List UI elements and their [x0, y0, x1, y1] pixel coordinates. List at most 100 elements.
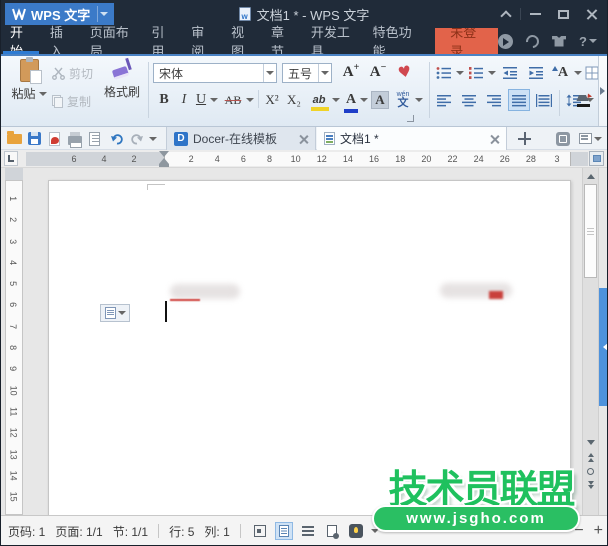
ruler-number: 10 — [283, 154, 309, 164]
superscript-button[interactable]: X² — [262, 89, 282, 111]
tab-developer[interactable]: 开发工具 — [302, 28, 364, 54]
char-shading-button[interactable]: A — [369, 89, 391, 111]
pinyin-caret-icon[interactable] — [414, 89, 424, 111]
font-dialog-launcher-icon[interactable] — [407, 115, 414, 122]
copy-button[interactable]: 复制 — [52, 93, 91, 110]
line-status: 行: 5 — [169, 523, 194, 540]
fill-bucket-icon — [575, 92, 593, 109]
folder-icon — [7, 134, 22, 144]
underline-caret-icon[interactable] — [209, 89, 219, 111]
tab-stop-selector[interactable] — [4, 151, 18, 166]
paste-button[interactable]: 粘贴 — [7, 59, 51, 113]
numbered-list-button[interactable] — [465, 63, 487, 83]
cut-button[interactable]: 剪切 — [52, 65, 93, 82]
fullscreen-view-button[interactable] — [251, 522, 269, 540]
font-color-button[interactable]: A — [341, 89, 361, 111]
page-setup-icon[interactable] — [589, 151, 604, 166]
justify-button[interactable] — [508, 89, 530, 111]
highlight-button[interactable]: ab — [307, 89, 331, 111]
bullet-list-caret-icon[interactable] — [455, 63, 465, 83]
export-pdf-button[interactable] — [45, 129, 64, 148]
distribute-button[interactable] — [533, 89, 555, 111]
tab-references[interactable]: 引用 — [142, 28, 182, 54]
spellcheck-caret-icon[interactable] — [371, 529, 379, 537]
tab-section[interactable]: 章节 — [262, 28, 302, 54]
maximize-button[interactable] — [549, 2, 577, 26]
open-file-button[interactable] — [5, 129, 24, 148]
highlight-caret-icon[interactable] — [331, 89, 341, 111]
text-size-tool-button[interactable]: A — [553, 63, 573, 83]
minimize-button[interactable] — [521, 2, 549, 26]
print-button[interactable] — [65, 129, 84, 148]
document-protect-button[interactable] — [323, 522, 341, 540]
margin-crop-mark — [147, 184, 165, 190]
font-size-combobox[interactable]: 五号 — [282, 63, 332, 83]
increase-indent-button[interactable] — [525, 63, 547, 83]
subscript-button[interactable]: X₂ — [284, 89, 304, 111]
font-color-caret-icon[interactable] — [359, 89, 369, 111]
shrink-font-button[interactable]: A− — [366, 64, 390, 81]
format-painter-button[interactable]: 格式刷 — [98, 59, 146, 113]
tab-home[interactable]: 开始 — [1, 28, 41, 54]
tab-review[interactable]: 审阅 — [182, 28, 222, 54]
text-size-tool-caret-icon[interactable] — [573, 63, 583, 83]
zoom-in-button[interactable]: + — [594, 522, 603, 540]
community-icon[interactable] — [498, 34, 513, 49]
tab-docer-templates[interactable]: D Docer-在线模板 — [166, 127, 316, 150]
hanging-indent-marker[interactable] — [159, 153, 169, 164]
scroll-up-button[interactable] — [583, 168, 598, 184]
fill-color-button[interactable] — [575, 89, 593, 111]
align-right-button[interactable] — [483, 89, 505, 111]
close-icon — [586, 9, 597, 20]
pinyin-guide-button[interactable]: wén文 — [392, 89, 414, 111]
play-icon — [503, 38, 513, 46]
italic-button[interactable]: I — [176, 89, 192, 111]
strikethrough-caret-icon[interactable] — [245, 89, 255, 111]
tab-list-button[interactable] — [577, 129, 603, 148]
new-tab-button[interactable] — [518, 132, 531, 145]
spellcheck-button[interactable] — [347, 522, 365, 540]
close-tab-icon[interactable] — [299, 134, 308, 143]
align-center-button[interactable] — [458, 89, 480, 111]
tab-page-layout[interactable]: 页面布局 — [81, 28, 143, 54]
tab-document1[interactable]: 文档1 * — [317, 127, 507, 150]
scroll-down-button[interactable] — [583, 436, 598, 450]
close-tab-icon[interactable] — [490, 134, 499, 143]
ribbon-more-button[interactable] — [598, 56, 607, 126]
history-button[interactable] — [553, 129, 572, 148]
redo-button[interactable] — [127, 129, 146, 148]
numbered-list-caret-icon[interactable] — [487, 63, 497, 83]
clear-format-button[interactable]: ♥ — [394, 63, 416, 81]
left-indent-marker[interactable] — [159, 164, 169, 167]
tab-special-features[interactable]: 特色功能 — [364, 28, 426, 54]
paste-options-button[interactable] — [100, 304, 130, 322]
help-button[interactable]: ? — [579, 34, 597, 49]
decrease-indent-button[interactable] — [499, 63, 521, 83]
docer-cloud-icon[interactable] — [523, 32, 541, 50]
maximize-icon — [558, 10, 569, 19]
vertical-ruler-numbers: 123456789101112131415 — [1, 188, 27, 507]
tab-view[interactable]: 视图 — [222, 28, 262, 54]
skin-icon[interactable] — [552, 36, 566, 47]
ruler-number: 2 — [3, 217, 24, 222]
collapse-ribbon-button[interactable] — [492, 2, 520, 26]
save-button[interactable] — [25, 129, 44, 148]
underline-button[interactable]: U — [193, 89, 209, 111]
tab-insert[interactable]: 插入 — [41, 28, 81, 54]
close-button[interactable] — [577, 2, 605, 26]
grow-font-label: A — [343, 64, 354, 81]
print-preview-button[interactable] — [85, 129, 104, 148]
grow-font-button[interactable]: A+ — [339, 64, 363, 81]
quick-access-caret-icon[interactable] — [147, 129, 159, 148]
strikethrough-button[interactable]: AB — [221, 89, 245, 111]
page-view-button[interactable] — [275, 522, 293, 540]
bullet-list-button[interactable] — [433, 63, 455, 83]
indent-markers[interactable] — [158, 151, 170, 167]
outline-view-button[interactable] — [299, 522, 317, 540]
undo-button[interactable] — [107, 129, 126, 148]
bold-button[interactable]: B — [154, 89, 174, 111]
align-left-button[interactable] — [433, 89, 455, 111]
scrollbar-thumb[interactable] — [584, 184, 597, 278]
font-family-combobox[interactable]: 宋体 — [153, 63, 277, 83]
task-pane-toggle[interactable] — [599, 288, 607, 406]
